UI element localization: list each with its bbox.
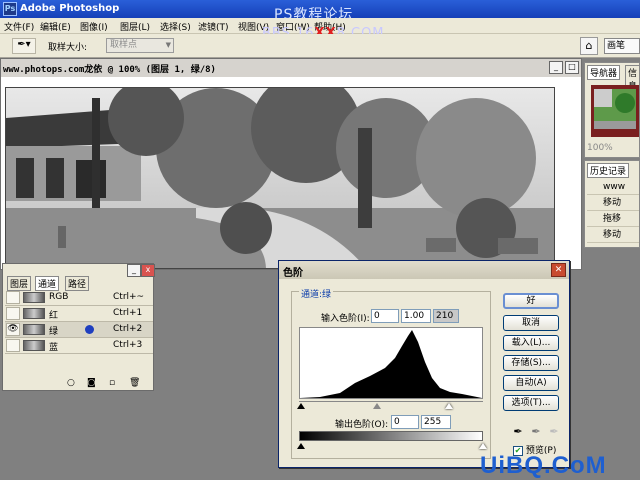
menu-edit[interactable]: 编辑(E): [40, 20, 71, 33]
output-white-slider[interactable]: [479, 443, 487, 449]
document-title: www.photops.com龙依 @ 100% (图层 1, 绿/8): [1, 59, 581, 77]
eyedropper-tool-icon[interactable]: ✒▾: [12, 38, 36, 54]
output-black-field[interactable]: 0: [391, 415, 419, 429]
load-button[interactable]: 载入(L)...: [503, 335, 559, 351]
canvas-image[interactable]: [5, 87, 555, 269]
visibility-eye-icon[interactable]: [6, 291, 20, 304]
ok-button[interactable]: 好: [503, 293, 559, 309]
panel-minimize-icon[interactable]: _: [127, 264, 141, 277]
tab-channels[interactable]: 通道: [35, 276, 60, 291]
black-eyedropper-icon[interactable]: ✒: [511, 425, 525, 439]
output-levels-label: 输出色阶(O):: [335, 420, 389, 430]
histogram: [299, 327, 483, 399]
channel-shortcut: Ctrl+2: [113, 324, 143, 334]
input-slider-track[interactable]: [299, 401, 483, 402]
channel-row-rgb[interactable]: RGB Ctrl+~: [5, 290, 153, 306]
navigator-preview: [594, 89, 636, 129]
channel-shortcut: Ctrl+1: [113, 308, 143, 318]
channel-name: 绿: [49, 327, 59, 337]
dialog-title: 色阶: [279, 261, 569, 279]
tab-history[interactable]: 历史记录: [587, 163, 630, 178]
cancel-button[interactable]: 取消: [503, 315, 559, 331]
channel-row-red[interactable]: 红 Ctrl+1: [5, 306, 153, 322]
white-eyedropper-icon[interactable]: ✒: [547, 425, 561, 439]
history-row[interactable]: www: [587, 181, 639, 195]
close-icon[interactable]: ✕: [551, 263, 566, 277]
options-bar: ✒▾ 取样大小: 取样点 ⌂: [0, 34, 640, 58]
gray-eyedropper-icon[interactable]: ✒: [529, 425, 543, 439]
delete-channel-icon[interactable]: 🗑: [129, 378, 140, 388]
channel-thumbnail: [23, 324, 45, 335]
options-button[interactable]: 选项(T)...: [503, 395, 559, 411]
navigator-panel: 导航器 信息 100%: [584, 62, 640, 158]
save-selection-icon[interactable]: ◙: [87, 378, 96, 388]
output-black-slider[interactable]: [297, 443, 305, 449]
sample-size-label: 取样大小:: [48, 43, 88, 53]
history-row[interactable]: 拖移: [587, 213, 639, 227]
channel-row-blue[interactable]: 蓝 Ctrl+3: [5, 338, 153, 354]
title-bar: Ps Adobe Photoshop PS教程论坛: [0, 0, 640, 23]
channel-select[interactable]: 通道:绿: [299, 287, 334, 300]
channel-thumbnail: [23, 340, 45, 351]
document-window: www.photops.com龙依 @ 100% (图层 1, 绿/8) _ □: [0, 58, 582, 270]
navigator-zoom[interactable]: 100%: [587, 143, 613, 153]
visibility-eye-icon[interactable]: [6, 339, 20, 352]
input-black-slider[interactable]: [297, 403, 305, 409]
watermark-brand: UiBQ.CoM: [480, 452, 607, 479]
panel-close-icon[interactable]: x: [141, 264, 155, 277]
new-channel-icon[interactable]: ▫: [109, 378, 115, 388]
history-row[interactable]: 移动: [587, 229, 639, 243]
channel-row-green[interactable]: 👁 绿 Ctrl+2: [5, 322, 153, 338]
auto-button[interactable]: 自动(A): [503, 375, 559, 391]
channel-name: RGB: [49, 292, 69, 302]
history-panel: 历史记录 www 移动 拖移 移动: [584, 160, 640, 248]
menu-image[interactable]: 图像(I): [80, 20, 108, 33]
channel-shortcut: Ctrl+3: [113, 340, 143, 350]
menu-file[interactable]: 文件(F): [4, 20, 34, 33]
input-white-slider[interactable]: [445, 403, 453, 409]
load-selection-icon[interactable]: ○: [67, 378, 75, 388]
maximize-icon[interactable]: □: [565, 61, 579, 74]
panel-well-brushes[interactable]: 画笔: [604, 38, 640, 54]
sample-size-select[interactable]: 取样点: [106, 38, 174, 53]
navigator-thumbnail[interactable]: [591, 85, 639, 137]
channel-name: 蓝: [49, 343, 59, 353]
input-black-field[interactable]: 0: [371, 309, 399, 323]
brush-toggle-icon[interactable]: ⌂: [580, 37, 598, 55]
input-levels-label: 输入色阶(I):: [321, 314, 370, 324]
channel-thumbnail: [23, 308, 45, 319]
photoshop-icon: Ps: [3, 2, 17, 16]
input-white-field[interactable]: 210: [433, 309, 459, 323]
menu-select[interactable]: 选择(S): [160, 20, 191, 33]
channel-name: 红: [49, 311, 59, 321]
levels-dialog: 色阶 ✕ 通道:绿 输入色阶(I): 0 1.00 210 输出色阶(O): 0…: [278, 260, 570, 468]
channel-thumbnail: [23, 292, 45, 303]
channel-shortcut: Ctrl+~: [113, 292, 145, 302]
garden-photo: [6, 88, 554, 268]
histogram-graph: [300, 330, 482, 398]
visibility-eye-icon[interactable]: [6, 307, 20, 320]
save-button[interactable]: 存储(S)...: [503, 355, 559, 371]
channels-panel: 图层 通道 路径 _ x RGB Ctrl+~ 红 Ctrl+1 👁 绿 Ctr…: [2, 263, 155, 391]
minimize-icon[interactable]: _: [549, 61, 563, 74]
menu-filter[interactable]: 滤镜(T): [198, 20, 229, 33]
input-gamma-slider[interactable]: [373, 403, 381, 409]
active-channel-indicator-icon: [85, 325, 94, 334]
history-row[interactable]: 移动: [587, 197, 639, 211]
tab-layers[interactable]: 图层: [7, 276, 32, 291]
output-white-field[interactable]: 255: [421, 415, 451, 429]
visibility-eye-icon[interactable]: 👁: [6, 323, 20, 336]
tab-navigator[interactable]: 导航器: [587, 65, 621, 80]
input-gamma-field[interactable]: 1.00: [401, 309, 431, 323]
app-title: Adobe Photoshop: [20, 3, 120, 14]
tab-paths[interactable]: 路径: [65, 276, 90, 291]
menu-layer[interactable]: 图层(L): [120, 20, 150, 33]
output-gradient-bar: [299, 431, 483, 441]
